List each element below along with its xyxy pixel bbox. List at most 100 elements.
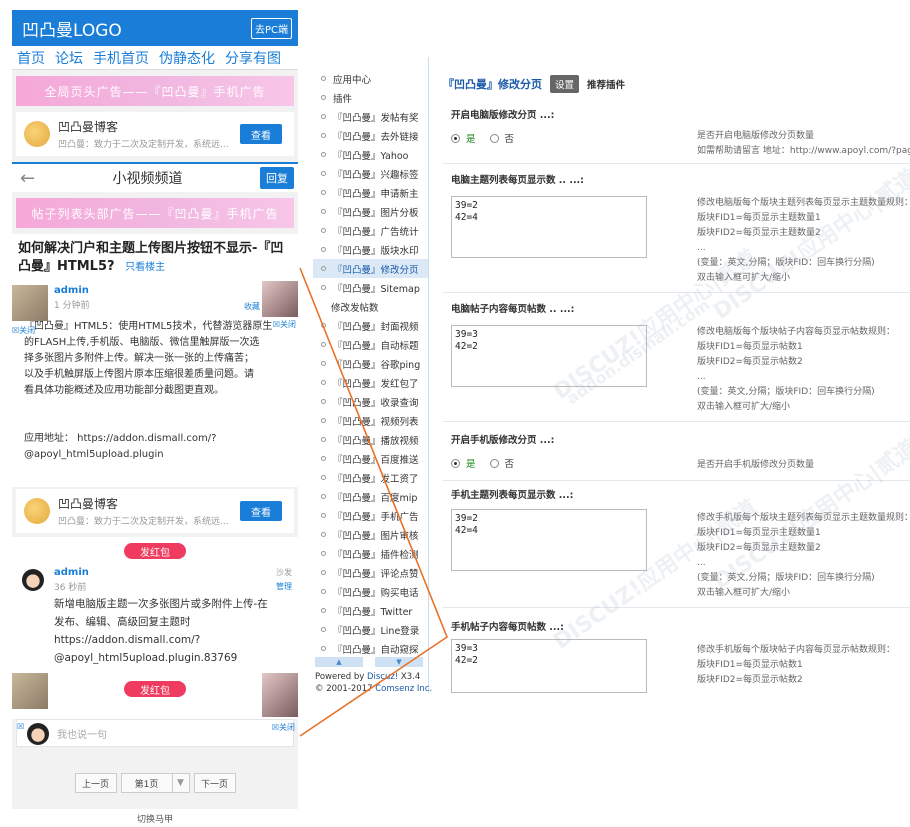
scroll-up-icon[interactable]: ▲ (315, 657, 363, 667)
reply-placeholder: 我也说一句 (57, 729, 107, 741)
nav-item-home[interactable]: 首页 (17, 48, 45, 68)
red-packet-button[interactable]: 发红包 (124, 543, 186, 559)
tab-settings[interactable]: 设置 (550, 75, 580, 93)
comsenz-link[interactable]: Comsenz Inc. (375, 684, 432, 694)
radio-yes[interactable] (451, 458, 460, 468)
sidebar-item[interactable]: 『凹凸曼』广告统计 (313, 221, 428, 240)
sidebar-item[interactable]: 『凹凸曼』手机广告 (313, 506, 428, 525)
sidebar-item[interactable]: 『凹凸曼』视频列表 (313, 411, 428, 430)
back-arrow-icon[interactable]: ← (20, 168, 35, 189)
copyright-text: © 2001-2017 (315, 684, 376, 694)
post-line: 看具体功能概述及应用功能部分截图更直观。 (24, 385, 224, 396)
pc-version-button[interactable]: 去PC端 (250, 17, 292, 39)
sidebar-item[interactable]: 『凹凸曼』图片审核 (313, 525, 428, 544)
nav-item-forum[interactable]: 论坛 (55, 48, 83, 68)
sidebar-item[interactable]: 『凹凸曼』百度mip (313, 487, 428, 506)
close-ad-left[interactable]: ☒ (17, 722, 24, 731)
setting-description: 是否开启手机版修改分页数量 (697, 458, 814, 473)
sidebar-item[interactable]: 『凹凸曼』播放视频 (313, 430, 428, 449)
sidebar-item-label: 『凹凸曼』发帖有奖 (333, 112, 419, 124)
sidebar-item-label: 『凹凸曼』播放视频 (333, 435, 419, 447)
reply-button[interactable]: 回复 (260, 167, 294, 189)
sidebar-item[interactable]: 『凹凸曼』Twitter (313, 601, 428, 620)
sidebar-item[interactable]: 『凹凸曼』插件检测 (313, 544, 428, 563)
sidebar-item[interactable]: 『凹凸曼』兴趣标签 (313, 164, 428, 183)
post-line: 以及手机触屏版上传图片原本压缩很差质量问题。请 (24, 369, 254, 380)
sidebar-item[interactable]: 『凹凸曼』去外链接 (313, 126, 428, 145)
bullet-icon (321, 532, 326, 537)
site-logo[interactable]: 凹凸曼LOGO (22, 16, 122, 41)
blog-view-button[interactable]: 查看 (240, 501, 282, 521)
avatar[interactable] (262, 673, 298, 717)
page-title: 『凹凸曼』修改分页 (443, 78, 542, 91)
sidebar-item[interactable]: 『凹凸曼』购买电话 (313, 582, 428, 601)
avatar[interactable] (22, 569, 44, 591)
sidebar-item[interactable]: 『凹凸曼』发帖有奖 (313, 107, 428, 126)
blog-view-button[interactable]: 查看 (240, 124, 282, 144)
tab-recommend[interactable]: 推荐插件 (587, 77, 625, 91)
next-page-button[interactable]: 下一页 (193, 773, 236, 793)
mobile-post-content-textarea[interactable]: 39=3 42=2 (451, 639, 647, 693)
sidebar-item[interactable]: 『凹凸曼』修改分页 (313, 259, 428, 278)
post-line: https://addon.dismall.com/? (54, 634, 201, 646)
sidebar-item[interactable]: 『凹凸曼』Sitemap (313, 278, 428, 297)
desc-line: 修改手机版每个版块主题列表每页显示主题数量规则： (697, 513, 910, 523)
favorite-link[interactable]: 收藏 (244, 301, 260, 312)
avatar[interactable] (12, 673, 48, 709)
close-ad-left[interactable]: ☒关闭 (12, 325, 35, 336)
sidebar-item[interactable]: 『凹凸曼』评论点赞 (313, 563, 428, 582)
post-author[interactable]: admin (54, 285, 292, 296)
sidebar-item[interactable]: 修改发帖数 (313, 297, 428, 316)
radio-no[interactable] (489, 133, 499, 143)
scroll-down-icon[interactable]: ▼ (375, 657, 423, 667)
pc-post-content-textarea[interactable]: 39=3 42=2 (451, 325, 647, 387)
sidebar-item[interactable]: 应用中心 (313, 69, 428, 88)
sidebar-item[interactable]: 『凹凸曼』自动标题 (313, 335, 428, 354)
nav-item-rewrite[interactable]: 伪静态化 (159, 48, 215, 68)
desc-line: 版块FID1=每页显示主题数量1 (697, 528, 821, 538)
red-packet-button[interactable]: 发红包 (124, 681, 186, 697)
radio-no[interactable] (489, 458, 499, 468)
close-ad-right[interactable]: ☒关闭 (273, 319, 296, 330)
page-select-chevron-icon[interactable]: ▼ (171, 773, 190, 793)
post-author[interactable]: admin (54, 567, 292, 578)
sidebar-item[interactable]: 『凹凸曼』Line登录 (313, 620, 428, 639)
desc-line: 修改电脑版每个版块帖子内容每页显示帖数规则： (697, 327, 896, 337)
bullet-icon (321, 551, 326, 556)
page-select[interactable]: 第1页 (120, 773, 173, 793)
sidebar-item[interactable]: 插件 (313, 88, 428, 107)
avatar[interactable] (12, 285, 48, 321)
setting-description: 修改手机版每个版块主题列表每页显示主题数量规则： 版块FID1=每页显示主题数量… (697, 511, 910, 601)
only-author-link[interactable]: 只看楼主 (125, 262, 165, 273)
sidebar-item[interactable]: 『凹凸曼』谷歌ping (313, 354, 428, 373)
list-ad-banner[interactable]: 帖子列表头部广告——『凹凸曼』手机广告 (16, 198, 294, 228)
reply-input[interactable]: ☒ 我也说一句 ☒关闭 (16, 719, 295, 747)
nav-item-share[interactable]: 分享有图 (225, 48, 281, 68)
sidebar-item[interactable]: 『凹凸曼』封面视频 (313, 316, 428, 335)
bullet-icon (321, 437, 326, 442)
sidebar-item[interactable]: 『凹凸曼』发红包了 (313, 373, 428, 392)
prev-page-button[interactable]: 上一页 (74, 773, 117, 793)
pc-thread-list-textarea[interactable]: 39=2 42=4 (451, 196, 647, 258)
blog-card: 凹凸曼博客 凹凸曼：致力于二次及定制开发，系统远... 查看 (16, 112, 294, 156)
switch-account-link[interactable]: 切换马甲 (12, 809, 298, 827)
sidebar-item[interactable]: 『凹凸曼』版块水印 (313, 240, 428, 259)
discuz-link[interactable]: Discuz! (367, 672, 398, 682)
manage-link[interactable]: 管理 (276, 581, 292, 592)
top-ad-banner[interactable]: 全局页头广告——『凹凸曼』手机广告 (16, 76, 294, 106)
sidebar-item[interactable]: 『凹凸曼』图片分板 (313, 202, 428, 221)
radio-yes[interactable] (451, 133, 460, 143)
nav-item-mobile-home[interactable]: 手机首页 (93, 48, 149, 68)
desc-line: ... (697, 558, 706, 568)
setting-pc-thread-list: 电脑主题列表每页显示数 .. ...: 39=2 42=4 修改电脑版每个版块主… (443, 172, 910, 297)
sidebar-item[interactable]: 『凹凸曼』发工资了 (313, 468, 428, 487)
mobile-thread-list-textarea[interactable]: 39=2 42=4 (451, 509, 647, 571)
sidebar-item[interactable]: 『凹凸曼』收录查询 (313, 392, 428, 411)
sidebar-item[interactable]: 『凹凸曼』自动窥探 (313, 639, 428, 658)
setting-label: 手机帖子内容每页帖数 ...: (451, 622, 564, 633)
sidebar-item[interactable]: 『凹凸曼』百度推送 (313, 449, 428, 468)
sidebar-item[interactable]: 『凹凸曼』申请新主 (313, 183, 428, 202)
avatar[interactable] (262, 281, 298, 317)
sidebar-item[interactable]: 『凹凸曼』Yahoo (313, 145, 428, 164)
close-ad-right[interactable]: ☒关闭 (272, 722, 295, 733)
